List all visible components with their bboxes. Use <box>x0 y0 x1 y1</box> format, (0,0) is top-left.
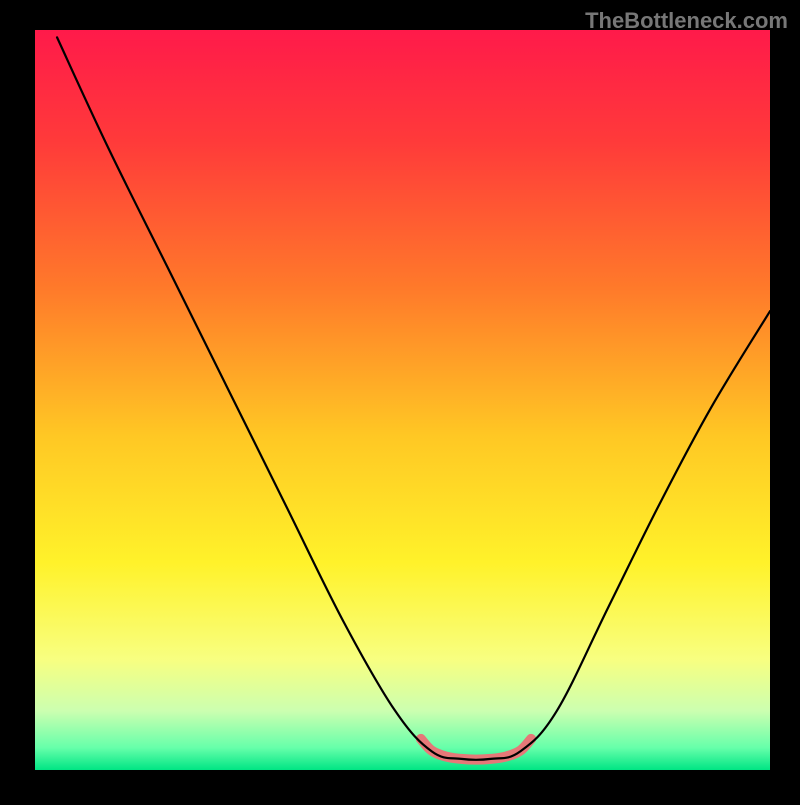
bottleneck-chart <box>0 0 800 800</box>
watermark-text: TheBottleneck.com <box>585 8 788 34</box>
chart-svg <box>0 0 800 800</box>
plot-background <box>35 30 770 770</box>
